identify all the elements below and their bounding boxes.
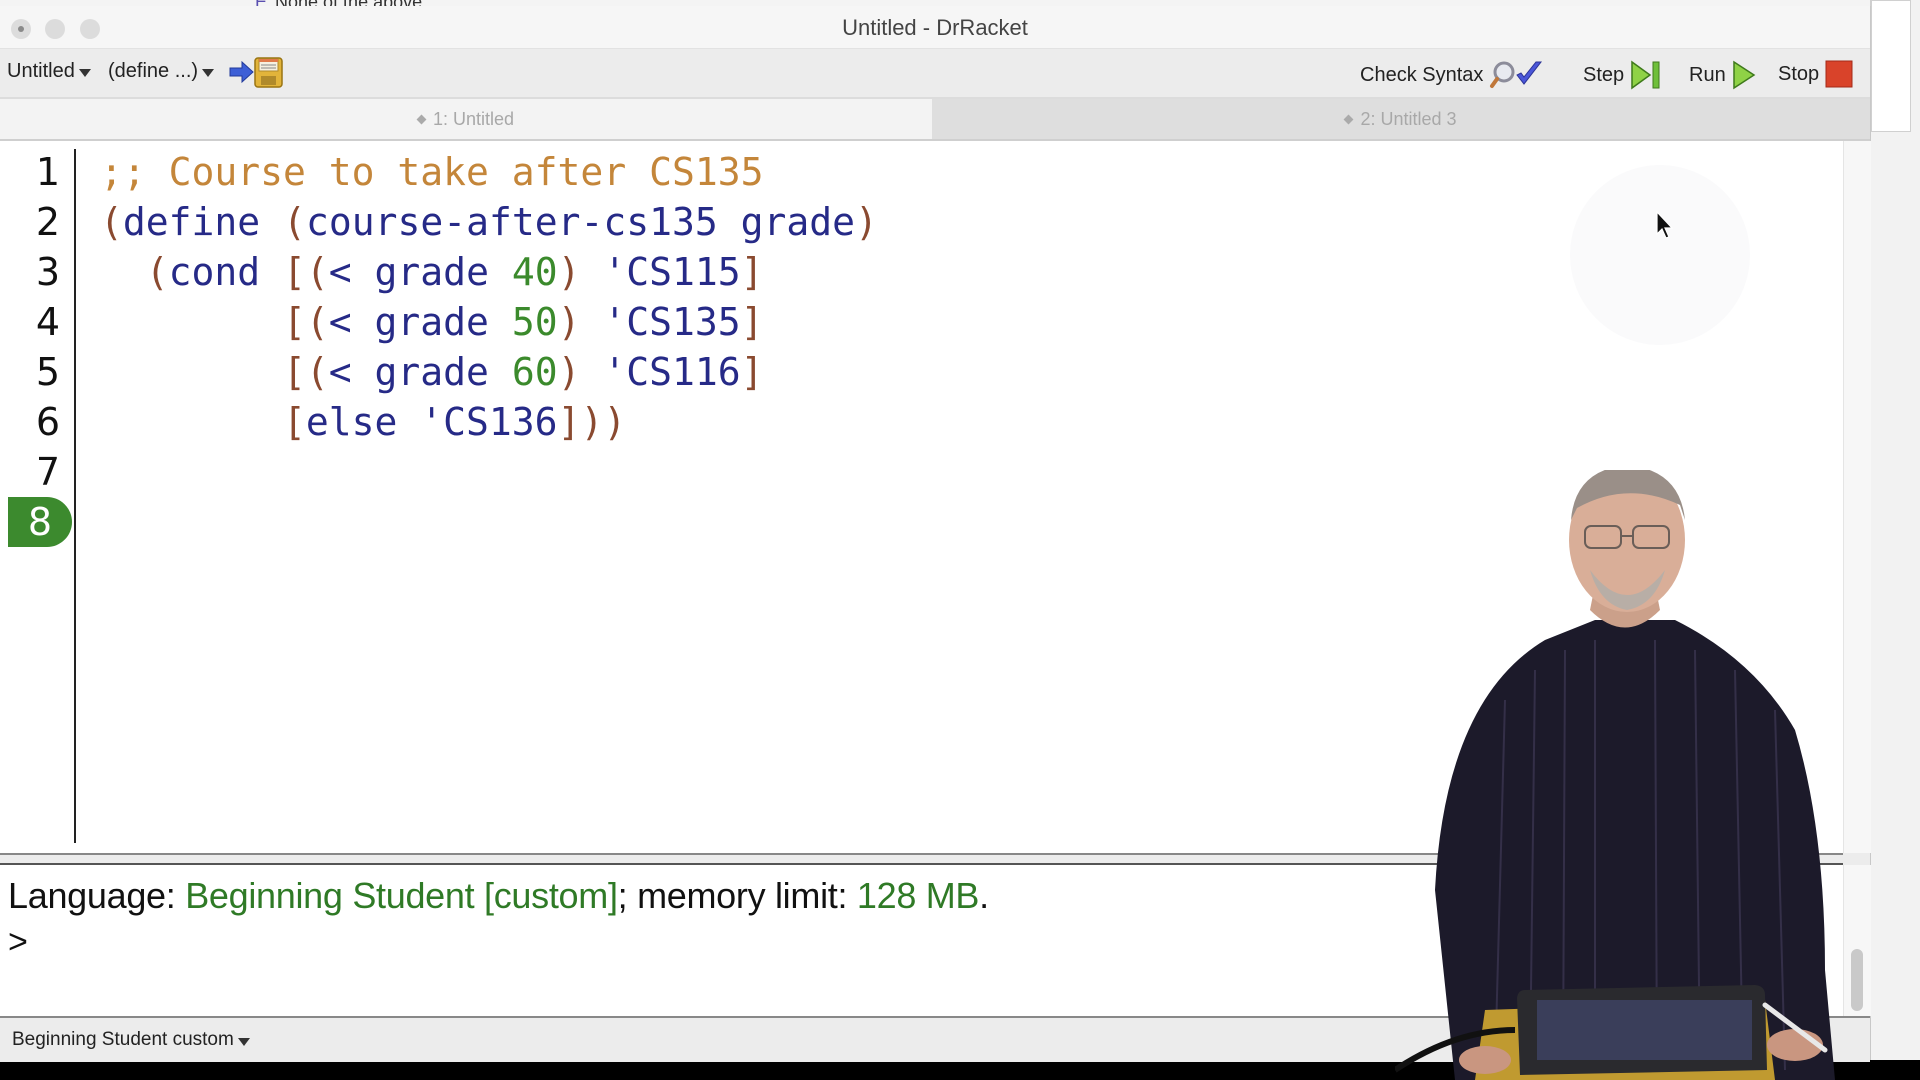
memory-value: 128 MB bbox=[856, 875, 980, 916]
tab-label: 2: Untitled 3 bbox=[1360, 108, 1457, 129]
define-menu-button[interactable]: (define ...) bbox=[108, 60, 215, 83]
line-number: 3 bbox=[35, 250, 60, 294]
language-select-label: Beginning Student custom bbox=[12, 1029, 234, 1050]
save-file-icon bbox=[229, 57, 283, 88]
code-token: 'CS116 bbox=[580, 350, 741, 394]
line-number: 5 bbox=[35, 350, 60, 394]
code-token: ] bbox=[740, 300, 764, 344]
code-token: course-after-cs135 grade bbox=[305, 200, 856, 244]
file-menu-label: Untitled bbox=[7, 60, 75, 82]
check-syntax-button[interactable]: Check Syntax bbox=[1360, 60, 1547, 90]
run-label: Run bbox=[1689, 63, 1726, 86]
code-token: ] bbox=[740, 250, 764, 294]
code-token: [( bbox=[100, 300, 329, 344]
code-token: ) bbox=[557, 250, 581, 294]
code-token: 'CS135 bbox=[580, 300, 741, 344]
tab-diamond-icon bbox=[416, 114, 427, 124]
title-bar: Untitled - DrRacket bbox=[0, 6, 1870, 49]
tab-bar: 1: Untitled 2: Untitled 3 bbox=[0, 99, 1870, 141]
code-token: ) bbox=[557, 300, 581, 344]
magnifier-check-icon bbox=[1490, 61, 1543, 88]
code-token: 60 bbox=[511, 350, 558, 394]
code-line[interactable]: [(< grade 50) 'CS135] bbox=[100, 297, 764, 347]
stop-square-icon bbox=[1825, 60, 1853, 88]
code-token: ( bbox=[100, 250, 169, 294]
code-token: ;; Course to take after CS135 bbox=[100, 150, 764, 194]
language-label: Language: bbox=[8, 875, 186, 916]
chevron-down-icon bbox=[78, 69, 91, 77]
window-title: Untitled - DrRacket bbox=[842, 15, 1028, 40]
toolbar: Untitled (define ...) Check Syntax Step … bbox=[0, 49, 1870, 99]
background-window-pane bbox=[1871, 0, 1911, 132]
stop-button[interactable]: Stop bbox=[1778, 60, 1853, 88]
code-token: < grade bbox=[328, 300, 512, 344]
stop-label: Stop bbox=[1778, 62, 1820, 85]
save-button[interactable] bbox=[228, 55, 284, 89]
gutter-divider bbox=[74, 149, 76, 843]
code-token: < grade bbox=[328, 250, 512, 294]
mouse-pointer-icon bbox=[1656, 211, 1674, 239]
code-token: else 'CS136 bbox=[305, 400, 558, 444]
code-line[interactable]: [else 'CS136])) bbox=[100, 397, 626, 447]
code-line[interactable]: [(< grade 60) 'CS116] bbox=[100, 347, 764, 397]
line-number: 4 bbox=[35, 300, 60, 344]
code-token: [( bbox=[100, 350, 329, 394]
line-number: 2 bbox=[35, 200, 60, 244]
code-token: 50 bbox=[511, 300, 558, 344]
period: . bbox=[979, 875, 989, 916]
line-number: 6 bbox=[35, 400, 60, 444]
code-token: ])) bbox=[557, 400, 627, 444]
language-value: Beginning Student [custom] bbox=[185, 875, 618, 916]
code-token: ] bbox=[740, 350, 764, 394]
background-window-right bbox=[1870, 0, 1920, 1060]
language-select[interactable]: Beginning Student custom bbox=[12, 1029, 250, 1051]
code-token: define bbox=[122, 200, 284, 244]
code-line[interactable]: (define (course-after-cs135 grade) bbox=[100, 197, 878, 247]
run-button[interactable]: Run bbox=[1689, 60, 1756, 90]
instructor-video-overlay bbox=[1395, 470, 1835, 1080]
current-line-number: 8 bbox=[8, 497, 72, 547]
chevron-down-icon bbox=[202, 69, 215, 77]
code-token: cond bbox=[168, 250, 284, 294]
check-syntax-label: Check Syntax bbox=[1360, 63, 1484, 86]
code-line[interactable]: (cond [(< grade 40) 'CS115] bbox=[100, 247, 764, 297]
tab-2-untitled-3[interactable]: 2: Untitled 3 bbox=[932, 99, 1870, 139]
code-token: 'CS115 bbox=[580, 250, 741, 294]
step-button[interactable]: Step bbox=[1583, 60, 1662, 90]
tab-1-untitled[interactable]: 1: Untitled bbox=[0, 99, 932, 139]
tab-label: 1: Untitled bbox=[432, 108, 515, 129]
code-token: [ bbox=[100, 400, 306, 444]
line-number: 7 bbox=[35, 450, 60, 494]
chevron-down-icon bbox=[237, 1037, 250, 1046]
code-token: < grade bbox=[328, 350, 512, 394]
code-token: ) bbox=[557, 350, 581, 394]
define-menu-label: (define ...) bbox=[108, 60, 199, 82]
tablet-screen bbox=[1537, 1000, 1752, 1060]
step-icon bbox=[1631, 60, 1660, 90]
line-number: 1 bbox=[35, 150, 60, 194]
step-label: Step bbox=[1583, 63, 1625, 86]
language-info: Language: Beginning Student [custom]; me… bbox=[8, 875, 989, 917]
cursor-highlight bbox=[1570, 165, 1750, 345]
instructor-left-hand bbox=[1459, 1046, 1511, 1074]
repl-prompt: > bbox=[8, 923, 28, 961]
code-token: [( bbox=[283, 250, 329, 294]
code-line[interactable]: ;; Course to take after CS135 bbox=[100, 147, 763, 197]
tab-diamond-icon bbox=[1344, 114, 1354, 124]
memory-label: ; memory limit: bbox=[617, 875, 857, 916]
code-token: ( bbox=[100, 200, 123, 244]
run-play-icon bbox=[1732, 60, 1756, 90]
file-menu-button[interactable]: Untitled bbox=[7, 60, 91, 83]
code-token: ( bbox=[283, 200, 306, 244]
code-token: ) bbox=[855, 200, 878, 244]
code-token: 40 bbox=[511, 250, 558, 294]
